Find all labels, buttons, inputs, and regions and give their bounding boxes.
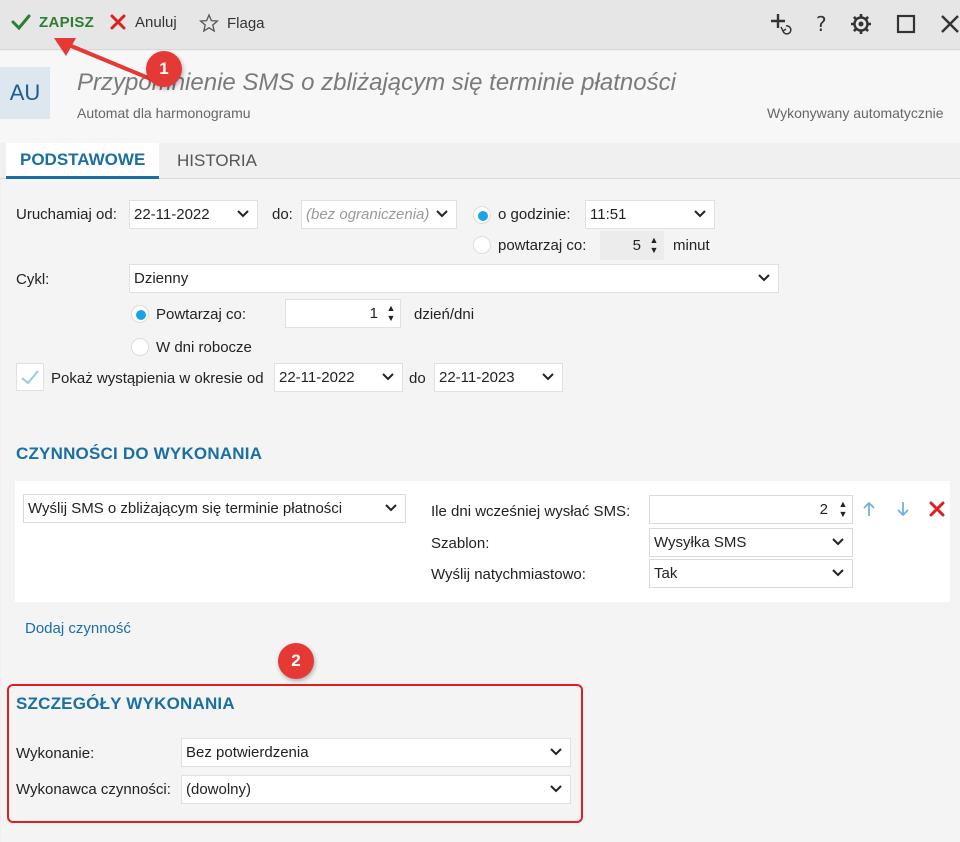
cycle-workdays-label: W dni robocze xyxy=(156,339,252,356)
flag-button[interactable]: Flaga xyxy=(199,13,265,33)
chevron-down-icon xyxy=(385,504,397,512)
chevron-down-icon xyxy=(758,274,770,282)
check-icon xyxy=(11,14,31,31)
chevron-down-icon xyxy=(832,538,844,546)
run-from-value: 22-11-2022 xyxy=(134,206,210,223)
add-refresh-icon[interactable] xyxy=(769,12,793,36)
cycle-label: Cykl: xyxy=(16,271,50,288)
cycle-select[interactable]: Dzienny xyxy=(129,264,779,293)
execution-value: Bez potwierdzenia xyxy=(186,744,309,761)
cycle-repeat-radio[interactable] xyxy=(131,305,149,323)
arrow-up-icon[interactable] xyxy=(861,500,877,518)
gear-icon[interactable] xyxy=(849,12,873,36)
repeat-every-label: powtarzaj co: xyxy=(498,237,587,254)
execution-mode-note: Wykonywany automatycznie xyxy=(767,105,944,121)
run-to-placeholder: (bez ograniczenia) xyxy=(306,206,430,223)
actions-heading: CZYNNOŚCI DO WYKONANIA xyxy=(16,444,263,463)
run-to-date[interactable]: (bez ograniczenia) xyxy=(301,200,457,229)
send-now-value: Tak xyxy=(654,565,678,582)
send-now-select[interactable]: Tak xyxy=(649,559,853,588)
occurrences-to-date[interactable]: 22-11-2023 xyxy=(434,363,563,392)
stepper-arrows[interactable]: ▲ ▼ xyxy=(649,235,659,257)
cycle-repeat-value: 1 xyxy=(369,305,378,322)
details-heading: SZCZEGÓŁY WYKONANIA xyxy=(16,694,235,713)
tab-podstawowe[interactable]: PODSTAWOWE xyxy=(6,143,160,179)
executor-label: Wykonawca czynności: xyxy=(16,781,171,798)
tab-bar: PODSTAWOWE HISTORIA xyxy=(0,143,960,179)
executor-select[interactable]: (dowolny) xyxy=(181,775,571,804)
days-before-value: 2 xyxy=(819,501,828,518)
tab-historia[interactable]: HISTORIA xyxy=(163,143,271,179)
chevron-down-icon xyxy=(550,748,562,756)
chevron-down-icon xyxy=(237,210,249,218)
stepper-arrows[interactable]: ▲ ▼ xyxy=(838,499,848,521)
action-type-select[interactable]: Wyślij SMS o zbliżającym się terminie pł… xyxy=(23,494,406,523)
annotation-arrow xyxy=(54,38,160,84)
question-icon[interactable]: ? xyxy=(809,12,833,36)
repeat-every-stepper[interactable]: 5 ▲ ▼ xyxy=(600,231,664,260)
repeat-every-radio[interactable] xyxy=(473,236,491,254)
occurrences-from-date[interactable]: 22-11-2022 xyxy=(274,363,403,392)
square-icon[interactable] xyxy=(894,12,918,36)
at-hour-select[interactable]: 11:51 xyxy=(585,200,715,229)
action-type-value: Wyślij SMS o zbliżającym się terminie pł… xyxy=(28,500,343,517)
x-icon xyxy=(110,14,126,30)
close-icon[interactable] xyxy=(938,12,960,36)
arrow-down-icon[interactable] xyxy=(895,500,911,518)
save-button[interactable]: ZAPISZ xyxy=(11,13,94,31)
cycle-repeat-stepper[interactable]: 1 ▲ ▼ xyxy=(285,299,401,328)
save-label: ZAPISZ xyxy=(39,13,95,31)
occurrences-to-label: do xyxy=(409,370,426,387)
add-action-link[interactable]: Dodaj czynność xyxy=(25,620,131,637)
chevron-down-icon xyxy=(542,373,554,381)
chevron-down-icon xyxy=(832,569,844,577)
star-icon xyxy=(199,13,219,33)
callout-badge-2: 2 xyxy=(278,643,314,679)
svg-text:?: ? xyxy=(816,12,827,36)
days-before-stepper[interactable]: 2 ▲ ▼ xyxy=(649,495,853,524)
show-occurrences-label: Pokaż wystąpienia w okresie od xyxy=(51,370,264,387)
check-icon xyxy=(21,370,39,385)
callout-badge-1: 1 xyxy=(146,51,182,87)
template-label: Szablon: xyxy=(431,535,490,552)
repeat-every-unit: minut xyxy=(673,237,710,254)
repeat-every-value: 5 xyxy=(632,237,641,254)
cancel-button[interactable]: Anuluj xyxy=(109,13,177,31)
at-hour-value: 11:51 xyxy=(590,206,627,223)
cancel-label: Anuluj xyxy=(135,13,177,31)
executor-value: (dowolny) xyxy=(186,781,252,798)
cycle-workdays-radio[interactable] xyxy=(131,338,149,356)
chevron-down-icon xyxy=(550,785,562,793)
template-select[interactable]: Wysyłka SMS xyxy=(649,528,853,557)
send-now-label: Wyślij natychmiastowo: xyxy=(431,566,586,583)
run-from-label: Uruchamiaj od: xyxy=(16,206,117,223)
cycle-repeat-unit: dzień/dni xyxy=(414,306,475,323)
occurrences-from-value: 22-11-2022 xyxy=(279,369,355,386)
at-hour-radio[interactable] xyxy=(473,206,491,224)
run-from-date[interactable]: 22-11-2022 xyxy=(129,200,258,229)
template-value: Wysyłka SMS xyxy=(654,534,747,551)
chevron-down-icon xyxy=(436,210,448,218)
show-occurrences-checkbox[interactable] xyxy=(16,363,44,391)
flag-label: Flaga xyxy=(227,14,265,32)
occurrences-to-value: 22-11-2023 xyxy=(439,369,515,386)
days-before-label: Ile dni wcześniej wysłać SMS: xyxy=(431,503,631,520)
at-hour-label: o godzinie: xyxy=(498,206,571,223)
chevron-down-icon xyxy=(694,210,706,218)
delete-icon[interactable] xyxy=(928,500,946,518)
to-label: do: xyxy=(272,206,293,223)
chevron-down-icon xyxy=(382,373,394,381)
record-type-badge: AU xyxy=(0,67,50,119)
cycle-repeat-label: Powtarzaj co: xyxy=(156,306,247,323)
execution-select[interactable]: Bez potwierdzenia xyxy=(181,738,571,767)
stepper-arrows[interactable]: ▲ ▼ xyxy=(386,303,396,325)
page-subtitle: Automat dla harmonogramu xyxy=(77,105,251,121)
cycle-value: Dzienny xyxy=(134,270,189,287)
execution-label: Wykonanie: xyxy=(16,745,95,762)
